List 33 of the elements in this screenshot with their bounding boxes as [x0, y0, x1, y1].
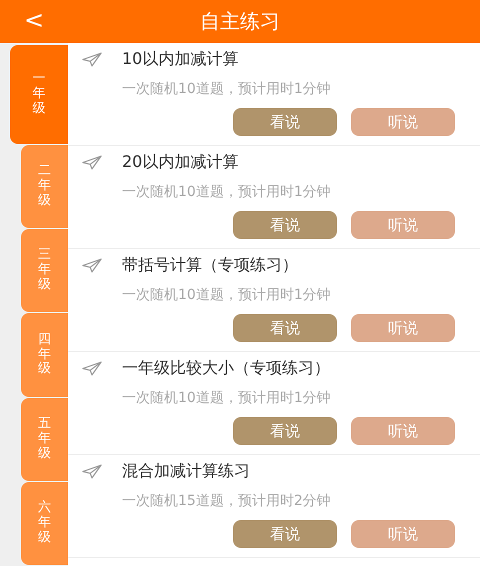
listen-speak-button[interactable]: 听说 — [351, 417, 455, 445]
grade-tab[interactable]: 四年级 — [21, 313, 68, 397]
look-speak-button[interactable]: 看说 — [233, 520, 337, 548]
grade-tab[interactable]: 三年级 — [21, 229, 68, 312]
exercise-title: 20以内加减计算 — [122, 152, 238, 173]
exercise-title: 混合加减计算练习 — [122, 461, 250, 482]
exercise-title: 带括号计算（专项练习） — [122, 255, 298, 276]
grade-tab[interactable]: 二年级 — [21, 145, 68, 228]
look-speak-button[interactable]: 看说 — [233, 417, 337, 445]
listen-speak-button[interactable]: 听说 — [351, 108, 455, 136]
exercise-description: 一次随机10道题，预计用时1分钟 — [122, 183, 332, 201]
paper-plane-icon — [82, 52, 102, 67]
exercise-title: 一年级比较大小（专项练习） — [122, 358, 330, 379]
listen-speak-button[interactable]: 听说 — [351, 211, 455, 239]
grade-tab[interactable]: 六年级 — [21, 482, 68, 565]
listen-speak-button[interactable]: 听说 — [351, 314, 455, 342]
exercise-description: 一次随机10道题，预计用时1分钟 — [122, 286, 332, 304]
paper-plane-icon — [82, 464, 102, 479]
exercise-description: 一次随机15道题，预计用时2分钟 — [122, 492, 332, 510]
look-speak-button[interactable]: 看说 — [233, 108, 337, 136]
exercise-description: 一次随机10道题，预计用时1分钟 — [122, 80, 332, 98]
exercise-description: 一次随机10道题，预计用时1分钟 — [122, 389, 332, 407]
grade-tab[interactable]: 一年级 — [10, 45, 68, 144]
page-title: 自主练习 — [200, 8, 280, 35]
look-speak-button[interactable]: 看说 — [233, 314, 337, 342]
paper-plane-icon — [82, 155, 102, 170]
back-button[interactable]: < — [18, 6, 50, 34]
look-speak-button[interactable]: 看说 — [233, 211, 337, 239]
exercise-title: 10以内加减计算 — [122, 49, 238, 70]
paper-plane-icon — [82, 258, 102, 273]
grade-tab[interactable]: 五年级 — [21, 398, 68, 481]
listen-speak-button[interactable]: 听说 — [351, 520, 455, 548]
paper-plane-icon — [82, 361, 102, 376]
